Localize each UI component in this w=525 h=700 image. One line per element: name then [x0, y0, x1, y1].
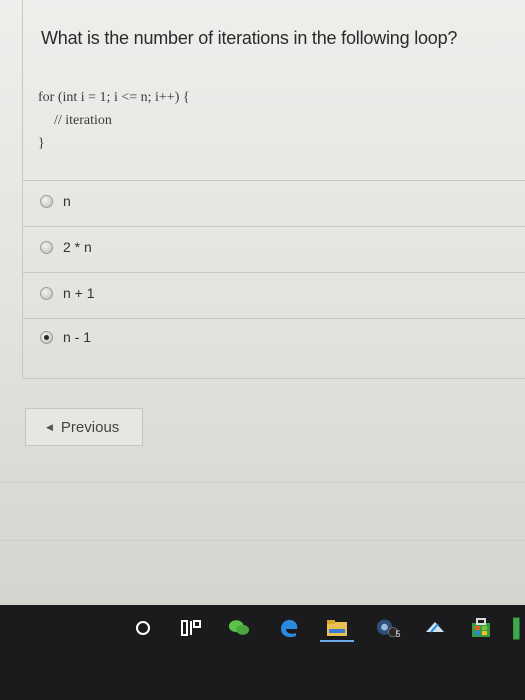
radio-button[interactable] [40, 194, 53, 208]
option-label: n [63, 193, 71, 209]
option-2n[interactable]: 2 * n [40, 236, 92, 258]
option-n[interactable]: n [40, 190, 71, 212]
left-arrow-icon: ◀ [46, 421, 53, 432]
divider [0, 482, 525, 483]
code-line: // iteration [54, 113, 112, 128]
option-n-plus-1[interactable]: n + 1 [40, 282, 95, 304]
wechat-icon[interactable] [228, 617, 250, 639]
cortana-icon[interactable] [132, 617, 154, 639]
quiz-page: What is the number of iterations in the … [0, 0, 525, 605]
previous-label: Previous [60, 418, 120, 436]
store-icon[interactable] [470, 617, 492, 639]
steam-badge: 5 [395, 629, 401, 639]
code-line: for (int i = 1; i <= n; i++) { [38, 90, 190, 105]
radio-button-selected[interactable] [40, 330, 53, 344]
edge-icon[interactable] [278, 617, 300, 639]
divider [22, 318, 525, 319]
divider [22, 180, 525, 181]
radio-button[interactable] [40, 286, 53, 300]
divider [0, 540, 525, 541]
file-explorer-icon[interactable] [326, 617, 348, 639]
question-panel: What is the number of iterations in the … [22, 0, 525, 379]
option-n-minus-1[interactable]: n - 1 [40, 326, 91, 348]
media-player-icon[interactable] [424, 617, 446, 639]
previous-button[interactable]: ◀ Previous [25, 408, 143, 446]
overflow-icon[interactable]: ▌ [513, 617, 525, 639]
active-app-indicator [320, 640, 354, 642]
taskbar: 5 ▌ [0, 605, 525, 700]
option-label: n - 1 [63, 329, 92, 345]
option-label: 2 * n [63, 239, 92, 255]
code-line: } [38, 136, 45, 151]
task-view-icon[interactable] [180, 617, 202, 639]
divider [22, 226, 525, 227]
radio-button[interactable] [40, 240, 53, 254]
divider [22, 272, 525, 273]
code-snippet: for (int i = 1; i <= n; i++) { // iterat… [38, 86, 190, 155]
question-title: What is the number of iterations in the … [41, 28, 458, 48]
option-label: n + 1 [63, 285, 95, 301]
